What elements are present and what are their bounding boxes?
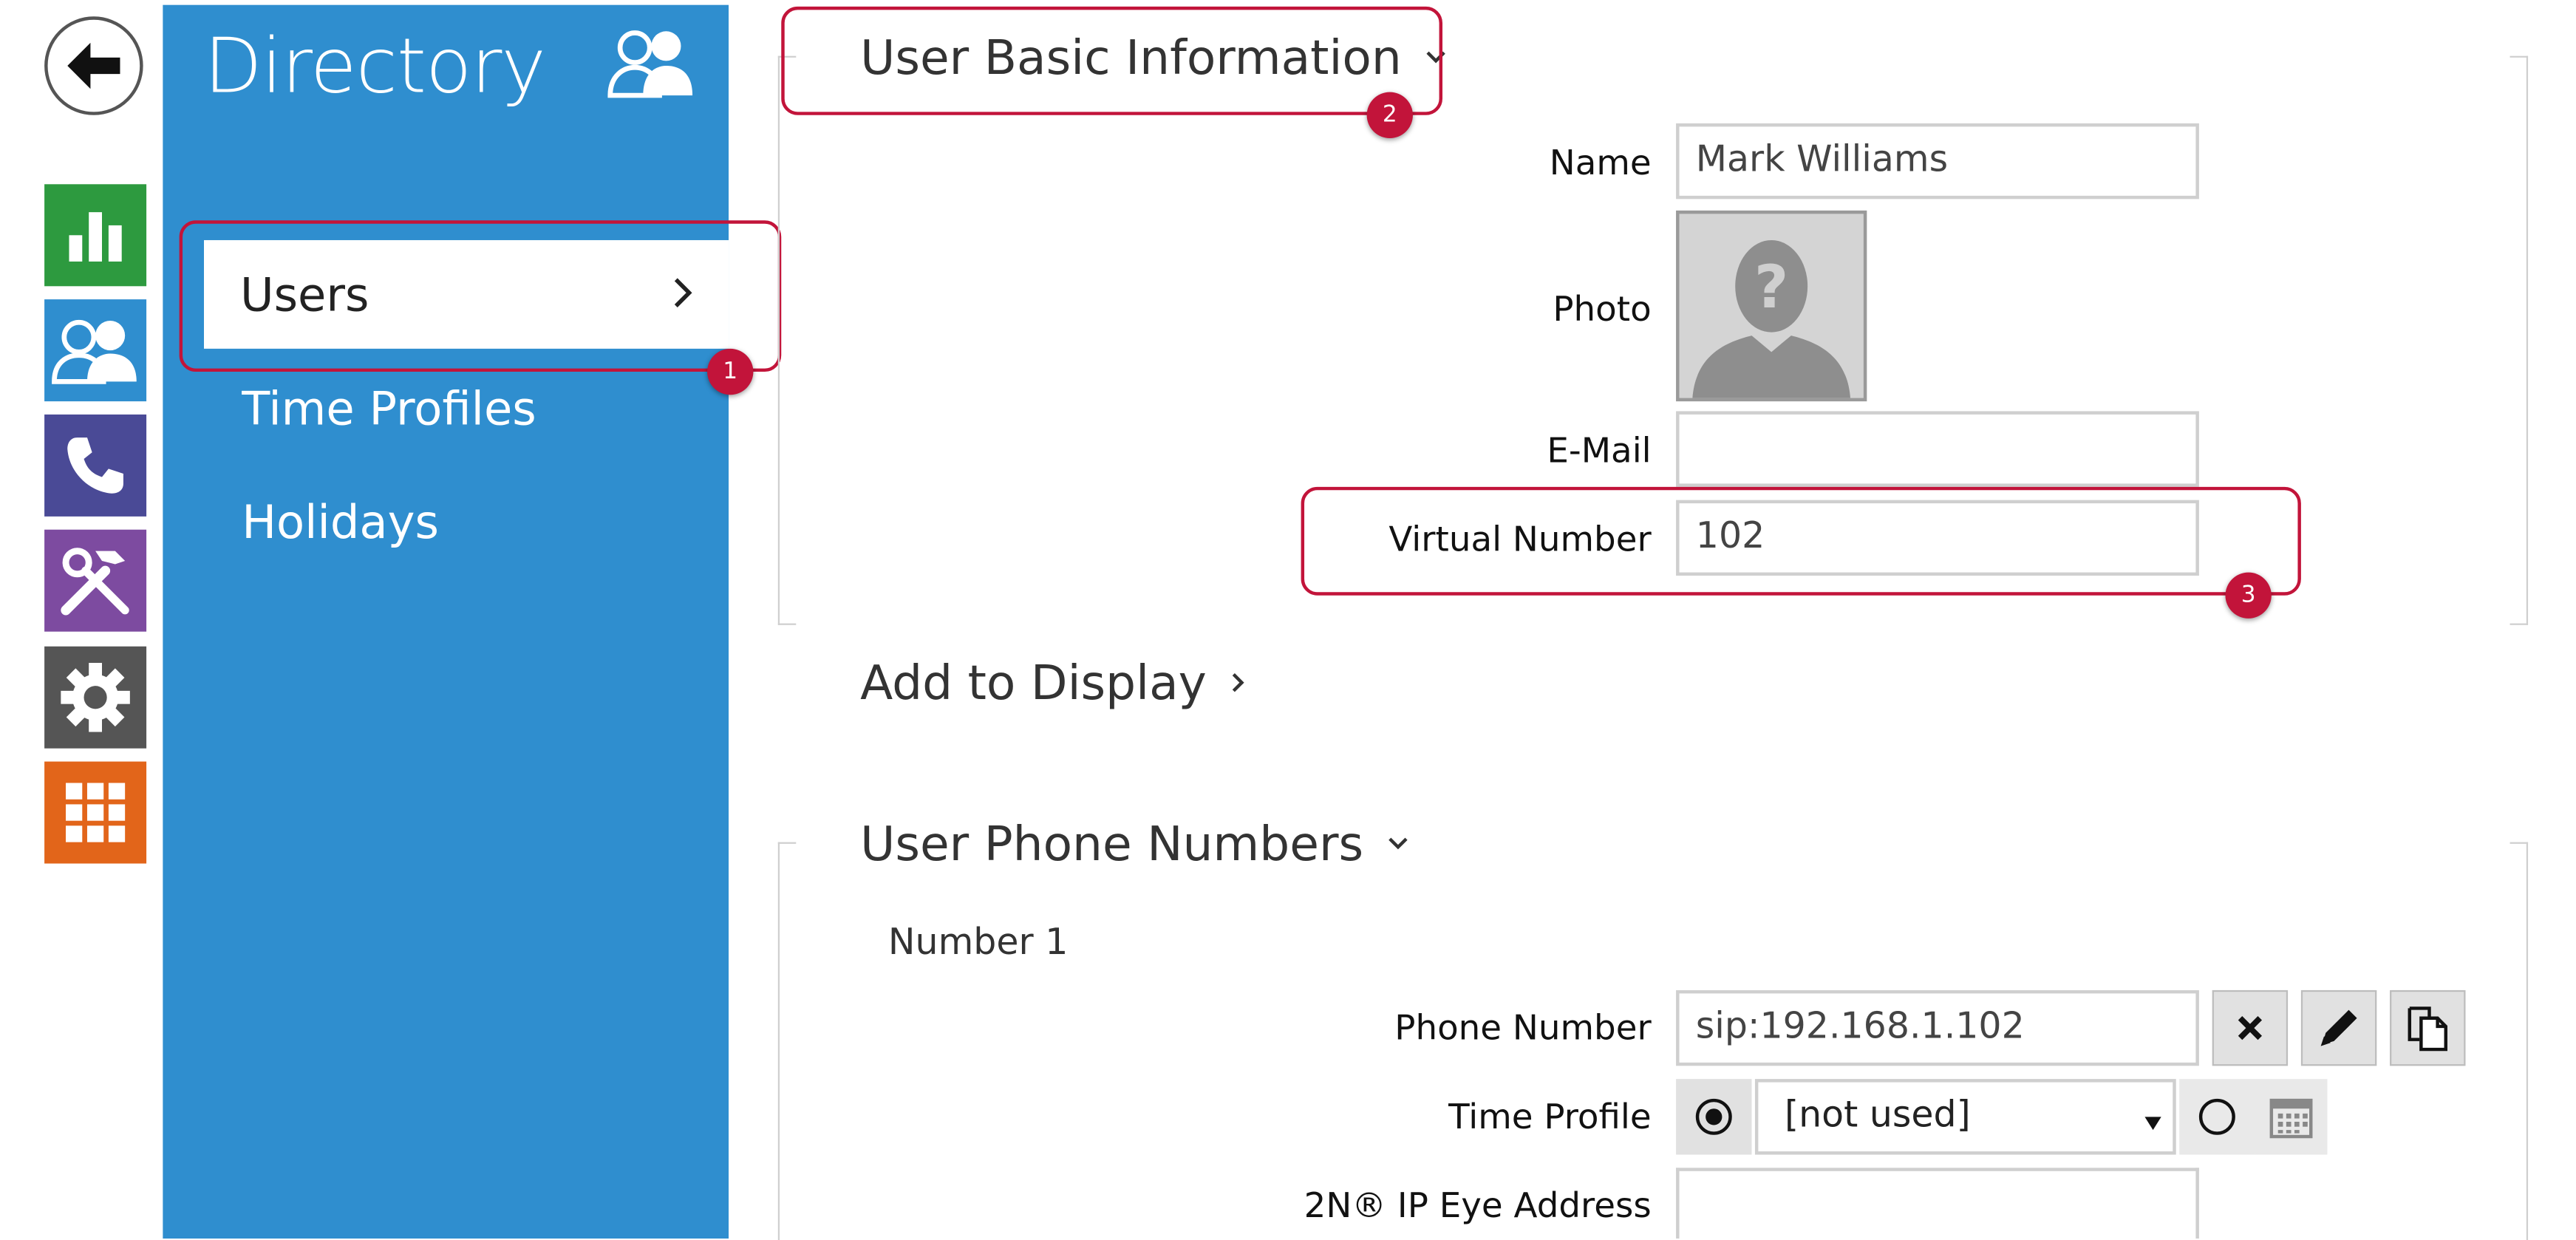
callout-badge-3: 3 bbox=[2225, 572, 2272, 619]
panel-title: Directory bbox=[203, 21, 546, 111]
section-header-add-to-display[interactable]: Add to Display bbox=[860, 655, 1246, 711]
chevron-down-icon bbox=[1388, 837, 1408, 850]
email-label: E-Mail bbox=[1547, 431, 1652, 471]
name-input[interactable]: Mark Williams bbox=[1676, 123, 2199, 200]
section-title: Add to Display bbox=[860, 654, 1207, 711]
callout-badge-2: 2 bbox=[1366, 92, 1413, 138]
users-icon bbox=[605, 27, 698, 106]
highlight-basic-info bbox=[781, 6, 1443, 115]
grid-icon bbox=[66, 783, 126, 842]
time-profile-select[interactable]: [not used] bbox=[1754, 1079, 2176, 1155]
directory-panel bbox=[163, 4, 729, 1239]
time-profile-radio-custom[interactable] bbox=[2179, 1079, 2255, 1155]
highlight-users bbox=[179, 220, 782, 372]
pencil-icon bbox=[2320, 1009, 2357, 1046]
number-subheading: Number 1 bbox=[887, 922, 1069, 964]
copy-icon bbox=[2408, 1006, 2447, 1052]
section-border-right bbox=[2509, 55, 2529, 625]
section-title: User Phone Numbers bbox=[860, 815, 1364, 872]
calendar-button[interactable] bbox=[2255, 1079, 2328, 1155]
edit-button[interactable] bbox=[2300, 989, 2377, 1066]
section-border-left bbox=[777, 55, 797, 625]
unknown-person-icon: ? bbox=[1679, 214, 1864, 398]
section-border-right bbox=[2509, 842, 2529, 1240]
name-label: Name bbox=[1549, 143, 1652, 183]
calls-menu-button[interactable] bbox=[44, 414, 147, 517]
nav-item-time-profiles[interactable]: Time Profiles bbox=[242, 381, 536, 435]
hardware-menu-button[interactable] bbox=[44, 529, 147, 632]
radio-unchecked-icon bbox=[2198, 1098, 2235, 1135]
copy-button[interactable] bbox=[2390, 989, 2466, 1066]
svg-text:?: ? bbox=[1754, 253, 1788, 321]
phone-number-input[interactable]: sip:192.168.1.102 bbox=[1676, 989, 2199, 1066]
status-menu-button[interactable] bbox=[44, 184, 147, 287]
chevron-right-icon bbox=[1231, 673, 1244, 692]
selected-value: [not used] bbox=[1784, 1095, 1971, 1137]
ip-eye-label: 2N® IP Eye Address bbox=[1304, 1185, 1652, 1226]
phone-number-label: Phone Number bbox=[1394, 1008, 1652, 1048]
time-profile-radio-selected[interactable] bbox=[1676, 1079, 1752, 1155]
ip-eye-input[interactable] bbox=[1676, 1168, 2199, 1239]
system-menu-button[interactable] bbox=[44, 761, 147, 864]
users-icon bbox=[52, 319, 137, 384]
radio-checked-icon bbox=[1695, 1098, 1732, 1135]
close-icon bbox=[2238, 1016, 2263, 1040]
photo-label: Photo bbox=[1553, 289, 1652, 330]
section-border-left bbox=[777, 842, 797, 1240]
arrow-left-icon bbox=[67, 42, 120, 89]
email-input[interactable] bbox=[1676, 411, 2199, 487]
tools-icon bbox=[61, 548, 129, 616]
phone-icon bbox=[67, 437, 123, 494]
bar-chart-icon bbox=[69, 212, 122, 262]
callout-badge-1: 1 bbox=[707, 348, 754, 395]
clear-button[interactable] bbox=[2212, 989, 2289, 1066]
back-button[interactable] bbox=[44, 16, 143, 115]
section-header-phone-numbers[interactable]: User Phone Numbers bbox=[860, 816, 1409, 872]
directory-menu-button[interactable] bbox=[44, 299, 147, 402]
dropdown-arrow-icon bbox=[2144, 1117, 2161, 1131]
services-menu-button[interactable] bbox=[44, 646, 147, 749]
gear-icon bbox=[61, 662, 130, 732]
photo-placeholder[interactable]: ? bbox=[1676, 210, 1867, 402]
highlight-virtual-number bbox=[1301, 486, 2301, 596]
time-profile-label: Time Profile bbox=[1448, 1097, 1652, 1137]
nav-item-holidays[interactable]: Holidays bbox=[242, 495, 439, 549]
calendar-icon bbox=[2269, 1098, 2313, 1139]
